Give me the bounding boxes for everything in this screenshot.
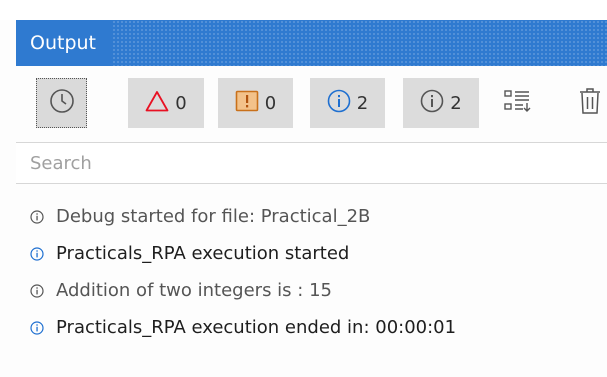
log-message: Practicals_RPA execution ended in: 00:00… [56, 317, 457, 338]
show-timestamps-button[interactable] [36, 78, 87, 128]
filter-list-icon [503, 88, 531, 118]
log-message: Debug started for file: Practical_2B [56, 206, 371, 227]
warnings-count: 0 [264, 92, 277, 114]
trace-circle-icon [30, 209, 44, 224]
log-entry[interactable]: Debug started for file: Practical_2B [16, 198, 607, 235]
output-panel: Output 0 0 2 2 Search Debug started for … [16, 20, 607, 377]
trace-circle-icon [30, 283, 44, 298]
log-entry[interactable]: Practicals_RPA execution started [16, 235, 607, 272]
log-entry[interactable]: Practicals_RPA execution ended in: 00:00… [16, 309, 607, 346]
trace-filter-button[interactable]: 2 [403, 78, 479, 128]
info-circle-icon [30, 320, 44, 335]
log-entry[interactable]: Addition of two integers is : 15 [16, 272, 607, 309]
error-triangle-icon [145, 90, 169, 116]
clock-icon [49, 88, 75, 118]
log-message: Addition of two integers is : 15 [56, 280, 332, 301]
errors-filter-button[interactable]: 0 [128, 78, 204, 128]
warnings-filter-button[interactable]: 0 [218, 78, 293, 128]
trace-circle-icon [420, 89, 444, 117]
search-box [16, 142, 607, 184]
search-input[interactable] [16, 143, 590, 183]
trace-count: 2 [450, 92, 462, 114]
trash-icon [578, 87, 602, 119]
output-title-bar[interactable]: Output [16, 20, 607, 66]
panel-title: Output [16, 20, 112, 66]
clear-output-button[interactable] [573, 78, 607, 128]
info-circle-icon [30, 246, 44, 261]
output-toolbar: 0 0 2 2 [16, 78, 607, 128]
info-circle-icon [327, 89, 351, 117]
log-message: Practicals_RPA execution started [56, 243, 350, 264]
info-filter-button[interactable]: 2 [310, 78, 385, 128]
errors-count: 0 [175, 92, 187, 114]
filter-list-button[interactable] [494, 78, 540, 128]
output-log: Debug started for file: Practical_2B Pra… [16, 198, 607, 346]
top-strip [0, 0, 607, 20]
info-count: 2 [356, 92, 369, 114]
warning-box-icon [235, 90, 259, 116]
